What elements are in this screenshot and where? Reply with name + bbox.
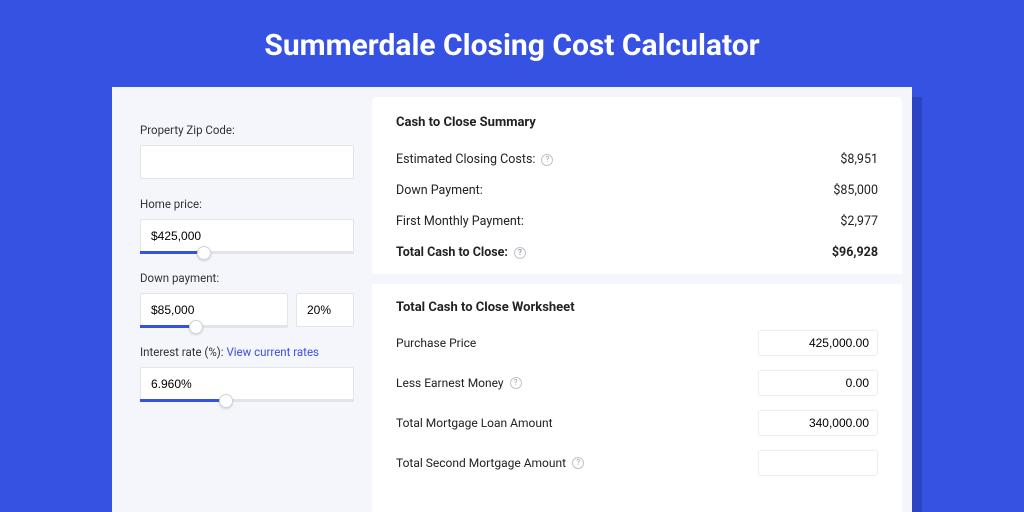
down-payment-input-wrap <box>140 293 288 327</box>
summary-label-text: First Monthly Payment: <box>396 214 524 229</box>
ws-label-text: Less Earnest Money <box>396 376 504 390</box>
page-title: Summerdale Closing Cost Calculator <box>0 0 1024 87</box>
help-icon[interactable]: ? <box>510 377 522 389</box>
ws-label-text: Purchase Price <box>396 336 476 350</box>
help-icon[interactable]: ? <box>541 154 553 166</box>
interest-rate-field: Interest rate (%): View current rates <box>140 345 354 401</box>
summary-row-total: Total Cash to Close: ? $96,928 <box>396 237 878 268</box>
summary-row-down-payment: Down Payment: $85,000 <box>396 175 878 206</box>
summary-label-text: Down Payment: <box>396 183 483 198</box>
inputs-sidebar: Property Zip Code: Home price: Down paym… <box>112 87 372 512</box>
zip-field: Property Zip Code: <box>140 123 354 179</box>
summary-value: $8,951 <box>840 152 878 167</box>
down-payment-field: Down payment: <box>140 271 354 327</box>
ws-label-text: Total Mortgage Loan Amount <box>396 416 553 430</box>
down-payment-pct-input[interactable] <box>296 293 354 327</box>
ws-label-text: Total Second Mortgage Amount <box>396 456 566 470</box>
worksheet-title: Total Cash to Close Worksheet <box>396 300 878 315</box>
interest-rate-input[interactable] <box>140 367 354 401</box>
ws-purchase-price-input[interactable] <box>758 330 878 356</box>
down-payment-slider-fill <box>140 325 196 328</box>
summary-row-first-payment: First Monthly Payment: $2,977 <box>396 206 878 237</box>
home-price-input[interactable] <box>140 219 354 253</box>
home-price-field: Home price: <box>140 197 354 253</box>
zip-input[interactable] <box>140 145 354 179</box>
ws-second-mortgage-input[interactable] <box>758 450 878 476</box>
down-payment-input[interactable] <box>140 293 288 327</box>
home-price-label: Home price: <box>140 197 354 211</box>
ws-row-earnest-money: Less Earnest Money ? <box>396 363 878 403</box>
summary-total-label: Total Cash to Close: <box>396 245 508 260</box>
calculator-card: Property Zip Code: Home price: Down paym… <box>112 87 912 512</box>
home-price-input-wrap <box>140 219 354 253</box>
results-panel: Cash to Close Summary Estimated Closing … <box>372 97 902 512</box>
interest-rate-input-wrap <box>140 367 354 401</box>
ws-earnest-money-input[interactable] <box>758 370 878 396</box>
calculator-frame: Property Zip Code: Home price: Down paym… <box>112 87 912 512</box>
view-rates-link[interactable]: View current rates <box>226 345 319 359</box>
interest-rate-label: Interest rate (%): <box>140 345 224 359</box>
interest-rate-slider-thumb[interactable] <box>219 394 233 408</box>
home-price-slider-thumb[interactable] <box>197 246 211 260</box>
summary-row-closing-costs: Estimated Closing Costs: ? $8,951 <box>396 144 878 175</box>
down-payment-slider-thumb[interactable] <box>189 320 203 334</box>
summary-value: $2,977 <box>840 214 878 229</box>
help-icon[interactable]: ? <box>572 457 584 469</box>
section-divider <box>372 274 902 284</box>
interest-rate-slider-fill <box>140 399 226 402</box>
zip-label: Property Zip Code: <box>140 123 354 137</box>
ws-row-purchase-price: Purchase Price <box>396 323 878 363</box>
summary-total-value: $96,928 <box>832 245 878 260</box>
help-icon[interactable]: ? <box>514 247 526 259</box>
interest-rate-label-row: Interest rate (%): View current rates <box>140 345 354 359</box>
summary-label-text: Estimated Closing Costs: <box>396 152 535 167</box>
summary-title: Cash to Close Summary <box>396 115 878 130</box>
ws-row-mortgage-amount: Total Mortgage Loan Amount <box>396 403 878 443</box>
ws-row-second-mortgage: Total Second Mortgage Amount ? <box>396 443 878 483</box>
home-price-slider-fill <box>140 251 204 254</box>
ws-mortgage-amount-input[interactable] <box>758 410 878 436</box>
summary-value: $85,000 <box>833 183 878 198</box>
down-payment-label: Down payment: <box>140 271 354 285</box>
